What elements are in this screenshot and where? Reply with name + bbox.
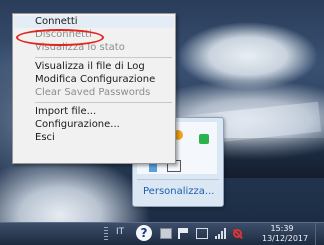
volume-muted-icon[interactable] <box>232 228 244 239</box>
taskbar-clock[interactable]: 15:39 13/12/2017 <box>262 224 309 244</box>
menu-item-configurazione[interactable]: Configurazione... <box>14 119 174 131</box>
tray-app-icon[interactable] <box>199 134 209 144</box>
network-icon[interactable] <box>196 228 208 239</box>
help-icon[interactable]: ? <box>136 225 152 241</box>
taskbar-grip[interactable] <box>104 227 108 241</box>
action-center-icon[interactable] <box>160 228 172 239</box>
clock-time: 15:39 <box>270 224 294 233</box>
menu-item-esci[interactable]: Esci <box>14 132 174 144</box>
tray-app-icon[interactable] <box>149 164 157 172</box>
menu-separator <box>35 102 172 103</box>
language-indicator[interactable]: IT <box>116 227 124 237</box>
taskbar: IT ? 15:39 13/12/2017 <box>0 222 324 245</box>
divider <box>137 179 219 180</box>
menu-item-modifica-configurazione[interactable]: Modifica Configurazione <box>14 74 174 86</box>
context-menu: Connetti Disconnetti Visualizza lo stato… <box>12 13 176 164</box>
menu-separator <box>35 57 172 58</box>
signal-icon[interactable] <box>214 228 226 239</box>
menu-item-connetti[interactable]: Connetti <box>14 16 174 28</box>
clock-date: 13/12/2017 <box>262 234 309 243</box>
flag-icon[interactable] <box>178 228 190 239</box>
show-desktop-button[interactable] <box>315 223 324 245</box>
menu-item-import-file[interactable]: Import file... <box>14 106 174 118</box>
menu-item-clear-saved-passwords: Clear Saved Passwords <box>35 87 151 98</box>
customize-link[interactable]: Personalizza... <box>143 186 214 197</box>
menu-item-visualizza-log[interactable]: Visualizza il file di Log <box>14 61 174 73</box>
menu-item-visualizza-stato: Visualizza lo stato <box>35 42 125 53</box>
menu-item-disconnetti: Disconnetti <box>35 29 92 40</box>
